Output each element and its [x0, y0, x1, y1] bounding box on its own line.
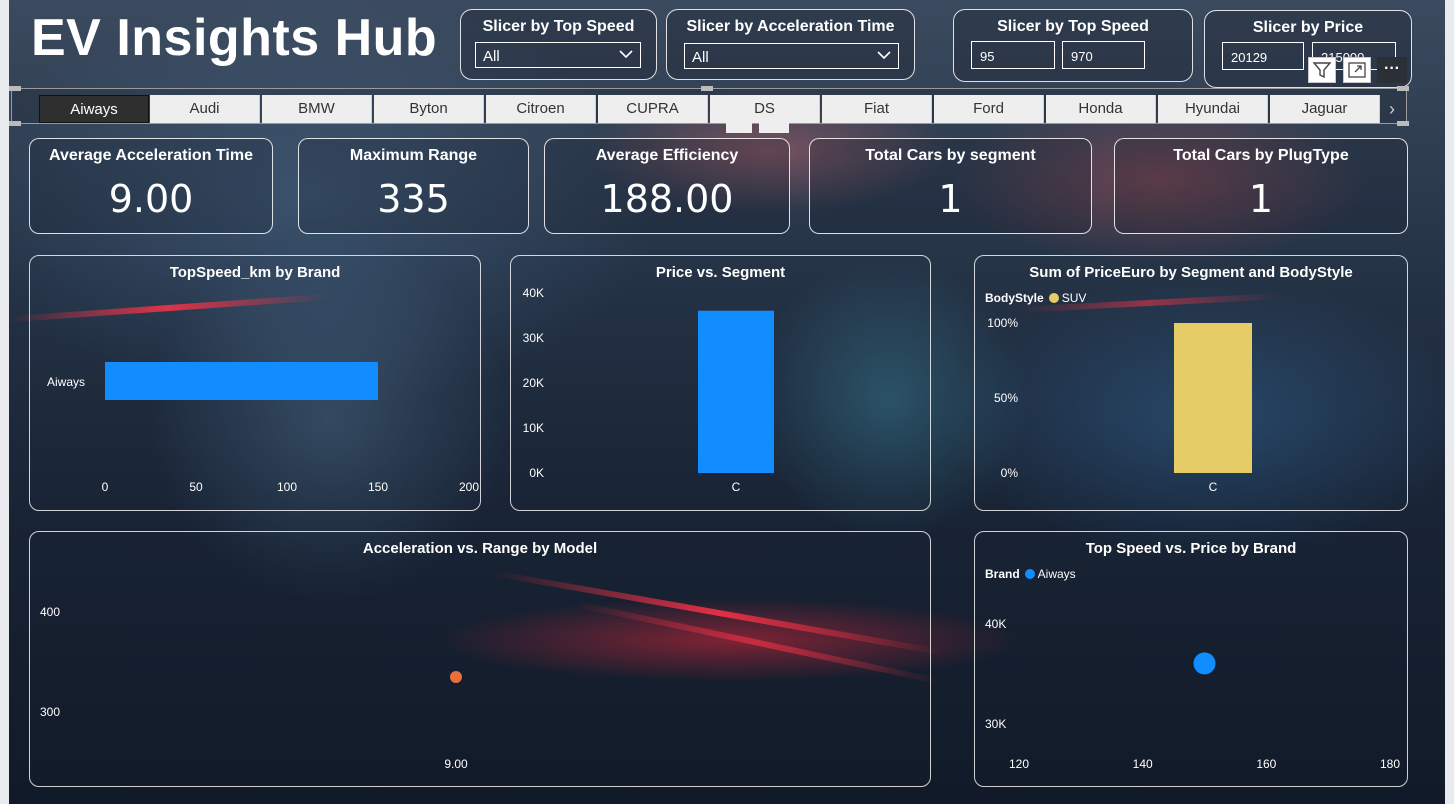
resize-handle[interactable]: [9, 121, 21, 126]
resize-handle[interactable]: [9, 86, 21, 91]
top-speed-select[interactable]: All: [475, 42, 641, 68]
slicer-acceleration-dropdown: Slicer by Acceleration Time All: [666, 9, 915, 80]
kpi-title: Total Cars by segment: [865, 147, 1036, 164]
kpi-card-cars-by-plugtype[interactable]: Total Cars by PlugType 1: [1114, 138, 1408, 234]
x-tick-label: 200: [459, 480, 479, 494]
chart-plot: 300 400 9.00: [40, 605, 468, 771]
kpi-card-avg-acceleration[interactable]: Average Acceleration Time 9.00: [29, 138, 273, 234]
kpi-title: Maximum Range: [349, 147, 478, 164]
brand-tile-hyundai[interactable]: Hyundai: [1158, 95, 1268, 123]
x-tick-label: 100: [277, 480, 297, 494]
brand-tile-citroen[interactable]: Citroen: [486, 95, 596, 123]
bar: [1174, 323, 1252, 473]
chart-plot: 120 140 160 180 30K 40K: [985, 617, 1400, 771]
y-tick-label: 40K: [523, 286, 544, 300]
chevron-down-icon: [619, 50, 633, 59]
select-value: All: [692, 49, 709, 66]
more-options-button[interactable]: ···: [1377, 57, 1407, 83]
chart-price-by-segment-bodystyle[interactable]: Sum of PriceEuro by Segment and BodyStyl…: [974, 255, 1408, 511]
chevron-down-icon: [877, 51, 891, 60]
kpi-card-max-range[interactable]: Maximum Range 335: [298, 138, 529, 234]
x-tick-label: C: [732, 480, 741, 494]
resize-handle[interactable]: [701, 86, 713, 91]
slicer-top-speed-range: Slicer by Top Speed 95 970: [953, 9, 1193, 82]
more-options-label: ···: [1384, 60, 1400, 77]
kpi-value: 1: [1248, 177, 1274, 221]
scroll-right-icon[interactable]: ›: [1389, 95, 1403, 123]
brand-tile-audi[interactable]: Audi: [150, 95, 260, 123]
chart-acceleration-vs-range[interactable]: Acceleration vs. Range by Model 300 400 9.…: [29, 531, 931, 787]
category-label: Aiways: [47, 375, 85, 389]
y-tick-label: 20K: [523, 376, 544, 390]
y-tick-label: 50%: [994, 391, 1018, 405]
brand-tile-ford[interactable]: Ford: [934, 95, 1044, 123]
y-tick-label: 0K: [529, 466, 544, 480]
y-tick-label: 300: [40, 705, 60, 719]
kpi-value: 188.00: [600, 177, 734, 221]
brand-tile-cupra[interactable]: CUPRA: [598, 95, 708, 123]
y-tick-label: 30K: [985, 717, 1006, 731]
kpi-card-avg-efficiency[interactable]: Average Efficiency 188.00: [544, 138, 790, 234]
report-canvas: EV Insights Hub Slicer by Top Speed All …: [9, 0, 1445, 804]
y-tick-label: 10K: [523, 421, 544, 435]
chart-plot: 0K 10K 20K 30K 40K C: [523, 286, 774, 494]
y-tick-label: 400: [40, 605, 60, 619]
tab-stub: [726, 123, 752, 133]
data-point: [1193, 652, 1216, 675]
filter-icon[interactable]: [1308, 57, 1336, 83]
kpi-title: Total Cars by PlugType: [1173, 147, 1349, 164]
x-tick-label: 50: [189, 480, 203, 494]
resize-handle[interactable]: [1397, 86, 1409, 91]
kpi-value: 335: [377, 177, 450, 221]
y-tick-label: 100%: [987, 316, 1018, 330]
kpi-value: 9.00: [108, 177, 194, 221]
x-tick-label: 150: [368, 480, 388, 494]
x-tick-label: 120: [1009, 757, 1029, 771]
acceleration-select[interactable]: All: [684, 43, 899, 69]
y-tick-label: 0%: [1001, 466, 1019, 480]
brand-tile-ds[interactable]: DS: [710, 95, 820, 123]
focus-mode-icon[interactable]: [1343, 57, 1371, 83]
x-tick-label: C: [1209, 480, 1218, 494]
slicer-title: Slicer by Price: [1252, 19, 1364, 36]
slicer-title: Slicer by Top Speed: [482, 18, 635, 35]
kpi-value: 1: [938, 177, 963, 221]
x-tick-label: 9.00: [444, 757, 468, 771]
kpi-title: Average Efficiency: [595, 147, 739, 164]
kpi-title: Average Acceleration Time: [49, 147, 253, 164]
brand-tile-fiat[interactable]: Fiat: [822, 95, 932, 123]
brand-tile-byton[interactable]: Byton: [374, 95, 484, 123]
y-tick-label: 40K: [985, 617, 1006, 631]
y-tick-label: 30K: [523, 331, 544, 345]
page-title: EV Insights Hub: [31, 9, 438, 67]
brand-tile-bmw[interactable]: BMW: [262, 95, 372, 123]
select-value: All: [483, 48, 500, 65]
slicer-top-speed-dropdown: Slicer by Top Speed All: [460, 9, 657, 80]
chart-topspeed-vs-price[interactable]: Top Speed vs. Price by Brand Brand Aiways…: [974, 531, 1408, 787]
range-min-input[interactable]: 95: [971, 41, 1055, 69]
chart-plot: 0 50 100 150 200 Aiways: [47, 362, 479, 494]
brand-tile-aiways[interactable]: Aiways: [39, 95, 149, 123]
x-tick-label: 160: [1256, 757, 1276, 771]
x-tick-label: 0: [102, 480, 109, 494]
brand-tile-jaguar[interactable]: Jaguar: [1270, 95, 1380, 123]
chart-plot: 0% 50% 100% C: [987, 316, 1252, 494]
range-max-input[interactable]: 970: [1062, 41, 1145, 69]
range-min-input[interactable]: 20129: [1222, 42, 1304, 70]
kpi-card-cars-by-segment[interactable]: Total Cars by segment 1: [809, 138, 1092, 234]
brand-tile-honda[interactable]: Honda: [1046, 95, 1156, 123]
x-tick-label: 140: [1133, 757, 1153, 771]
slicer-title: Slicer by Acceleration Time: [686, 18, 895, 35]
bar: [698, 310, 774, 473]
chart-topspeed-by-brand[interactable]: TopSpeed_km by Brand 0 50 100 150 200 Aiways: [29, 255, 481, 511]
x-tick-label: 180: [1380, 757, 1400, 771]
bar: [105, 362, 378, 400]
slicer-title: Slicer by Top Speed: [997, 18, 1149, 35]
data-point: [450, 671, 462, 683]
tab-stub: [759, 123, 789, 133]
chart-price-vs-segment[interactable]: Price vs. Segment 0K 10K 20K 30K 40K C: [510, 255, 931, 511]
